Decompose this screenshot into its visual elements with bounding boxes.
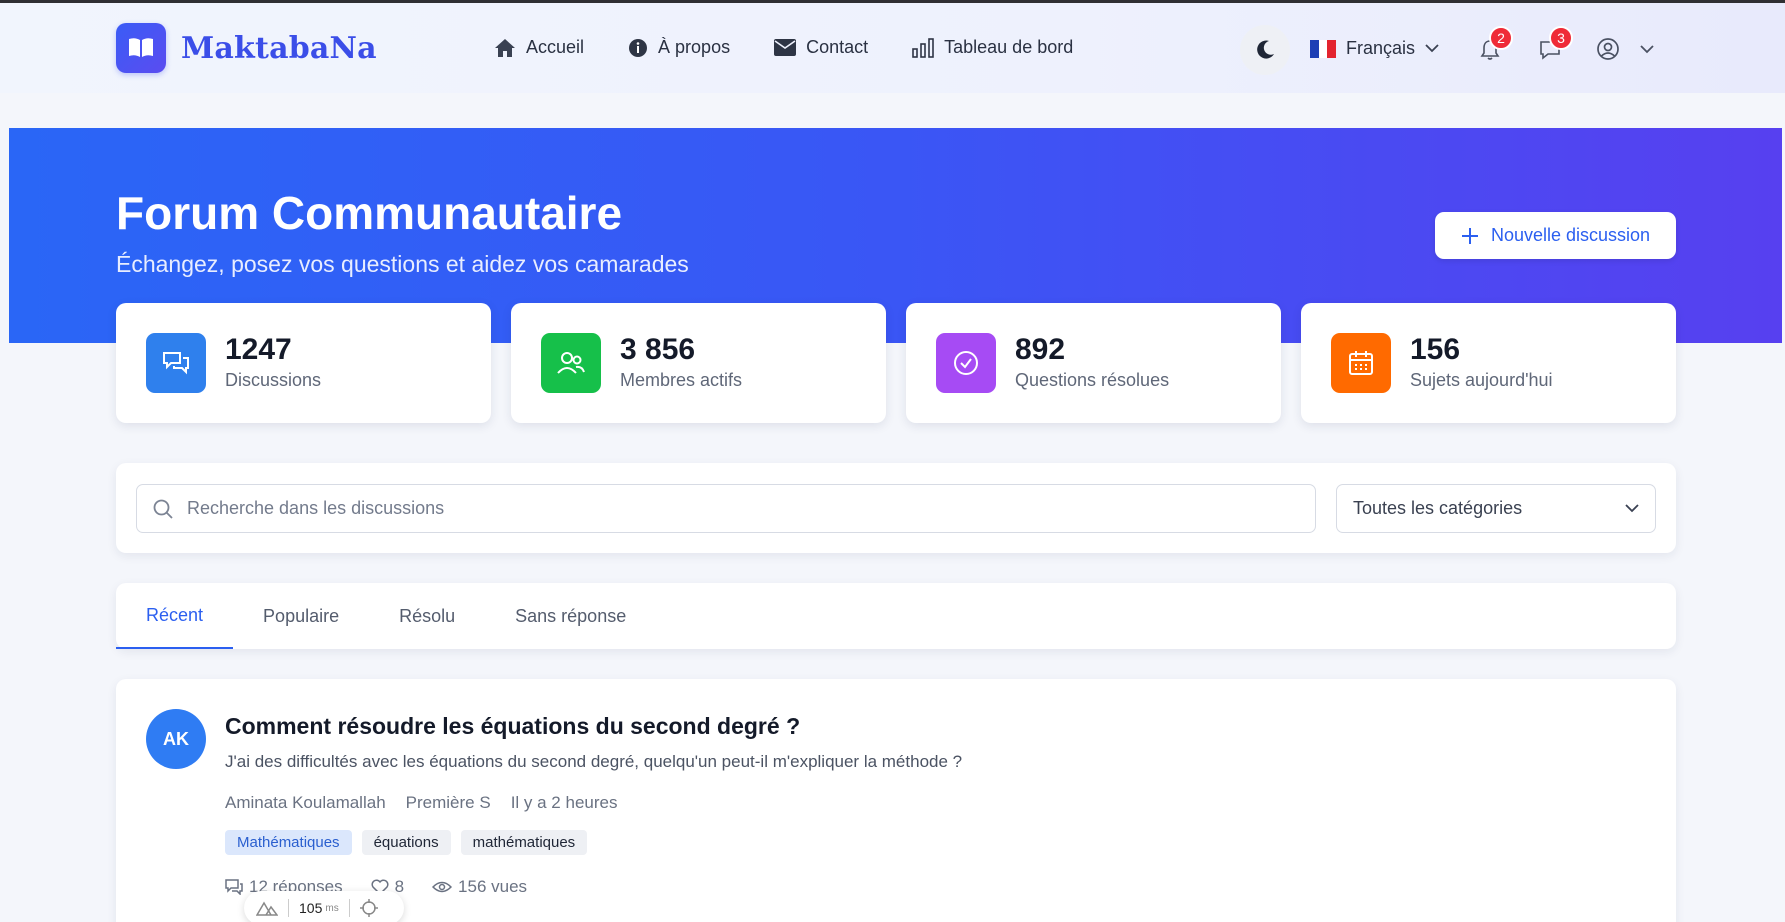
- divider: [288, 899, 289, 917]
- nuxt-logo-icon: [256, 901, 278, 916]
- discussion-tabs: Récent Populaire Résolu Sans réponse: [116, 583, 1676, 649]
- tab-recent[interactable]: Récent: [116, 583, 234, 649]
- search-input[interactable]: [187, 498, 1287, 519]
- eye-icon: [432, 881, 453, 893]
- chevron-down-icon: [1640, 44, 1654, 53]
- render-time: 105: [299, 900, 323, 916]
- new-discussion-label: Nouvelle discussion: [1490, 225, 1651, 245]
- views-count: 156 vues: [432, 877, 527, 897]
- messages-button[interactable]: 3: [1535, 26, 1573, 65]
- new-discussion-button[interactable]: Nouvelle discussion: [1435, 212, 1676, 259]
- chat-icon: [225, 879, 243, 895]
- page-title: Forum Communautaire: [116, 187, 623, 239]
- info-icon: [629, 38, 648, 57]
- tab-resolved[interactable]: Résolu: [369, 583, 485, 649]
- users-icon: [541, 333, 601, 393]
- book-icon: [116, 23, 166, 73]
- stat-value: 892: [1015, 333, 1066, 366]
- search-panel: Toutes les catégories: [116, 463, 1676, 553]
- stat-label: Membres actifs: [620, 370, 743, 390]
- author-name[interactable]: Aminata Koulamallah: [225, 793, 386, 813]
- calendar-icon: [1331, 333, 1391, 393]
- stat-card-members: 3 856 Membres actifs: [511, 303, 886, 423]
- main-nav: Accueil À propos Contact Tableau de bord: [494, 37, 1117, 58]
- tab-popular[interactable]: Populaire: [233, 583, 369, 649]
- post-time: Il y a 2 heures: [510, 793, 618, 812]
- discussion-excerpt: J'ai des difficultés avec les équations …: [225, 752, 963, 771]
- page-subtitle: Échangez, posez vos questions et aidez v…: [116, 251, 689, 277]
- search-field[interactable]: [136, 484, 1316, 533]
- stat-label: Questions résolues: [1015, 370, 1170, 390]
- stat-card-today: 156 Sujets aujourd'hui: [1301, 303, 1676, 423]
- tag[interactable]: équations: [361, 830, 451, 855]
- french-flag-icon: [1310, 39, 1337, 58]
- navbar: MaktabaNa Accueil À propos Contact Table…: [0, 3, 1785, 93]
- nav-link-label: Contact: [806, 37, 869, 57]
- stat-card-discussions: 1247 Discussions: [116, 303, 491, 423]
- notifications-button[interactable]: 2: [1475, 26, 1513, 65]
- user-menu[interactable]: [1596, 37, 1654, 61]
- nav-link-label: Accueil: [526, 37, 585, 57]
- nav-link-a-propos[interactable]: À propos: [628, 37, 730, 58]
- stat-label: Discussions: [225, 370, 322, 390]
- language-selector[interactable]: Français: [1310, 38, 1439, 59]
- brand-name: MaktabaNa: [181, 30, 377, 66]
- language-label: Français: [1346, 38, 1416, 58]
- discussion-title[interactable]: Comment résoudre les équations du second…: [225, 713, 800, 740]
- chart-icon: [912, 37, 934, 58]
- discussion-tags: Mathématiques équations mathématiques: [225, 830, 597, 855]
- nav-link-accueil[interactable]: Accueil: [494, 37, 584, 58]
- user-circle-icon: [1597, 38, 1619, 60]
- stat-value: 3 856: [620, 333, 696, 366]
- stat-label: Sujets aujourd'hui: [1410, 370, 1553, 390]
- chevron-down-icon: [1425, 44, 1439, 53]
- category-tag[interactable]: Mathématiques: [225, 830, 352, 855]
- nav-link-label: À propos: [658, 37, 731, 57]
- moon-icon: [1257, 40, 1274, 59]
- author-class: Première S: [405, 793, 491, 812]
- crosshair-icon[interactable]: [359, 899, 378, 917]
- render-time-unit: ms: [325, 902, 339, 914]
- chevron-down-icon: [1625, 504, 1639, 513]
- nav-link-contact[interactable]: Contact: [774, 37, 868, 58]
- search-icon: [153, 499, 173, 519]
- stat-value: 156: [1410, 333, 1461, 366]
- category-select-value: Toutes les catégories: [1353, 498, 1523, 518]
- discussion-meta: Aminata Koulamallah Première S Il y a 2 …: [225, 793, 637, 813]
- plus-icon: [1461, 227, 1478, 244]
- discussion-card[interactable]: AK Comment résoudre les équations du sec…: [116, 679, 1676, 922]
- divider: [348, 899, 350, 917]
- mail-icon: [774, 39, 797, 56]
- notification-count-badge: 2: [1489, 26, 1513, 50]
- tab-unanswered[interactable]: Sans réponse: [485, 583, 656, 649]
- category-select[interactable]: Toutes les catégories: [1336, 484, 1656, 533]
- home-icon: [495, 38, 515, 57]
- stat-value: 1247: [225, 333, 292, 366]
- theme-toggle-button[interactable]: [1240, 25, 1290, 75]
- check-circle-icon: [936, 333, 996, 393]
- nav-link-label: Tableau de bord: [944, 37, 1074, 57]
- brand-logo[interactable]: MaktabaNa: [116, 23, 377, 73]
- chat-bubbles-icon: [146, 333, 206, 393]
- avatar[interactable]: AK: [146, 709, 206, 769]
- tag[interactable]: mathématiques: [460, 830, 588, 855]
- dev-toolbar[interactable]: 105 ms: [244, 891, 404, 922]
- nav-link-tableau-de-bord[interactable]: Tableau de bord: [912, 37, 1073, 58]
- views-label: 156 vues: [458, 877, 528, 896]
- message-count-badge: 3: [1549, 26, 1573, 50]
- stat-card-resolved: 892 Questions résolues: [906, 303, 1281, 423]
